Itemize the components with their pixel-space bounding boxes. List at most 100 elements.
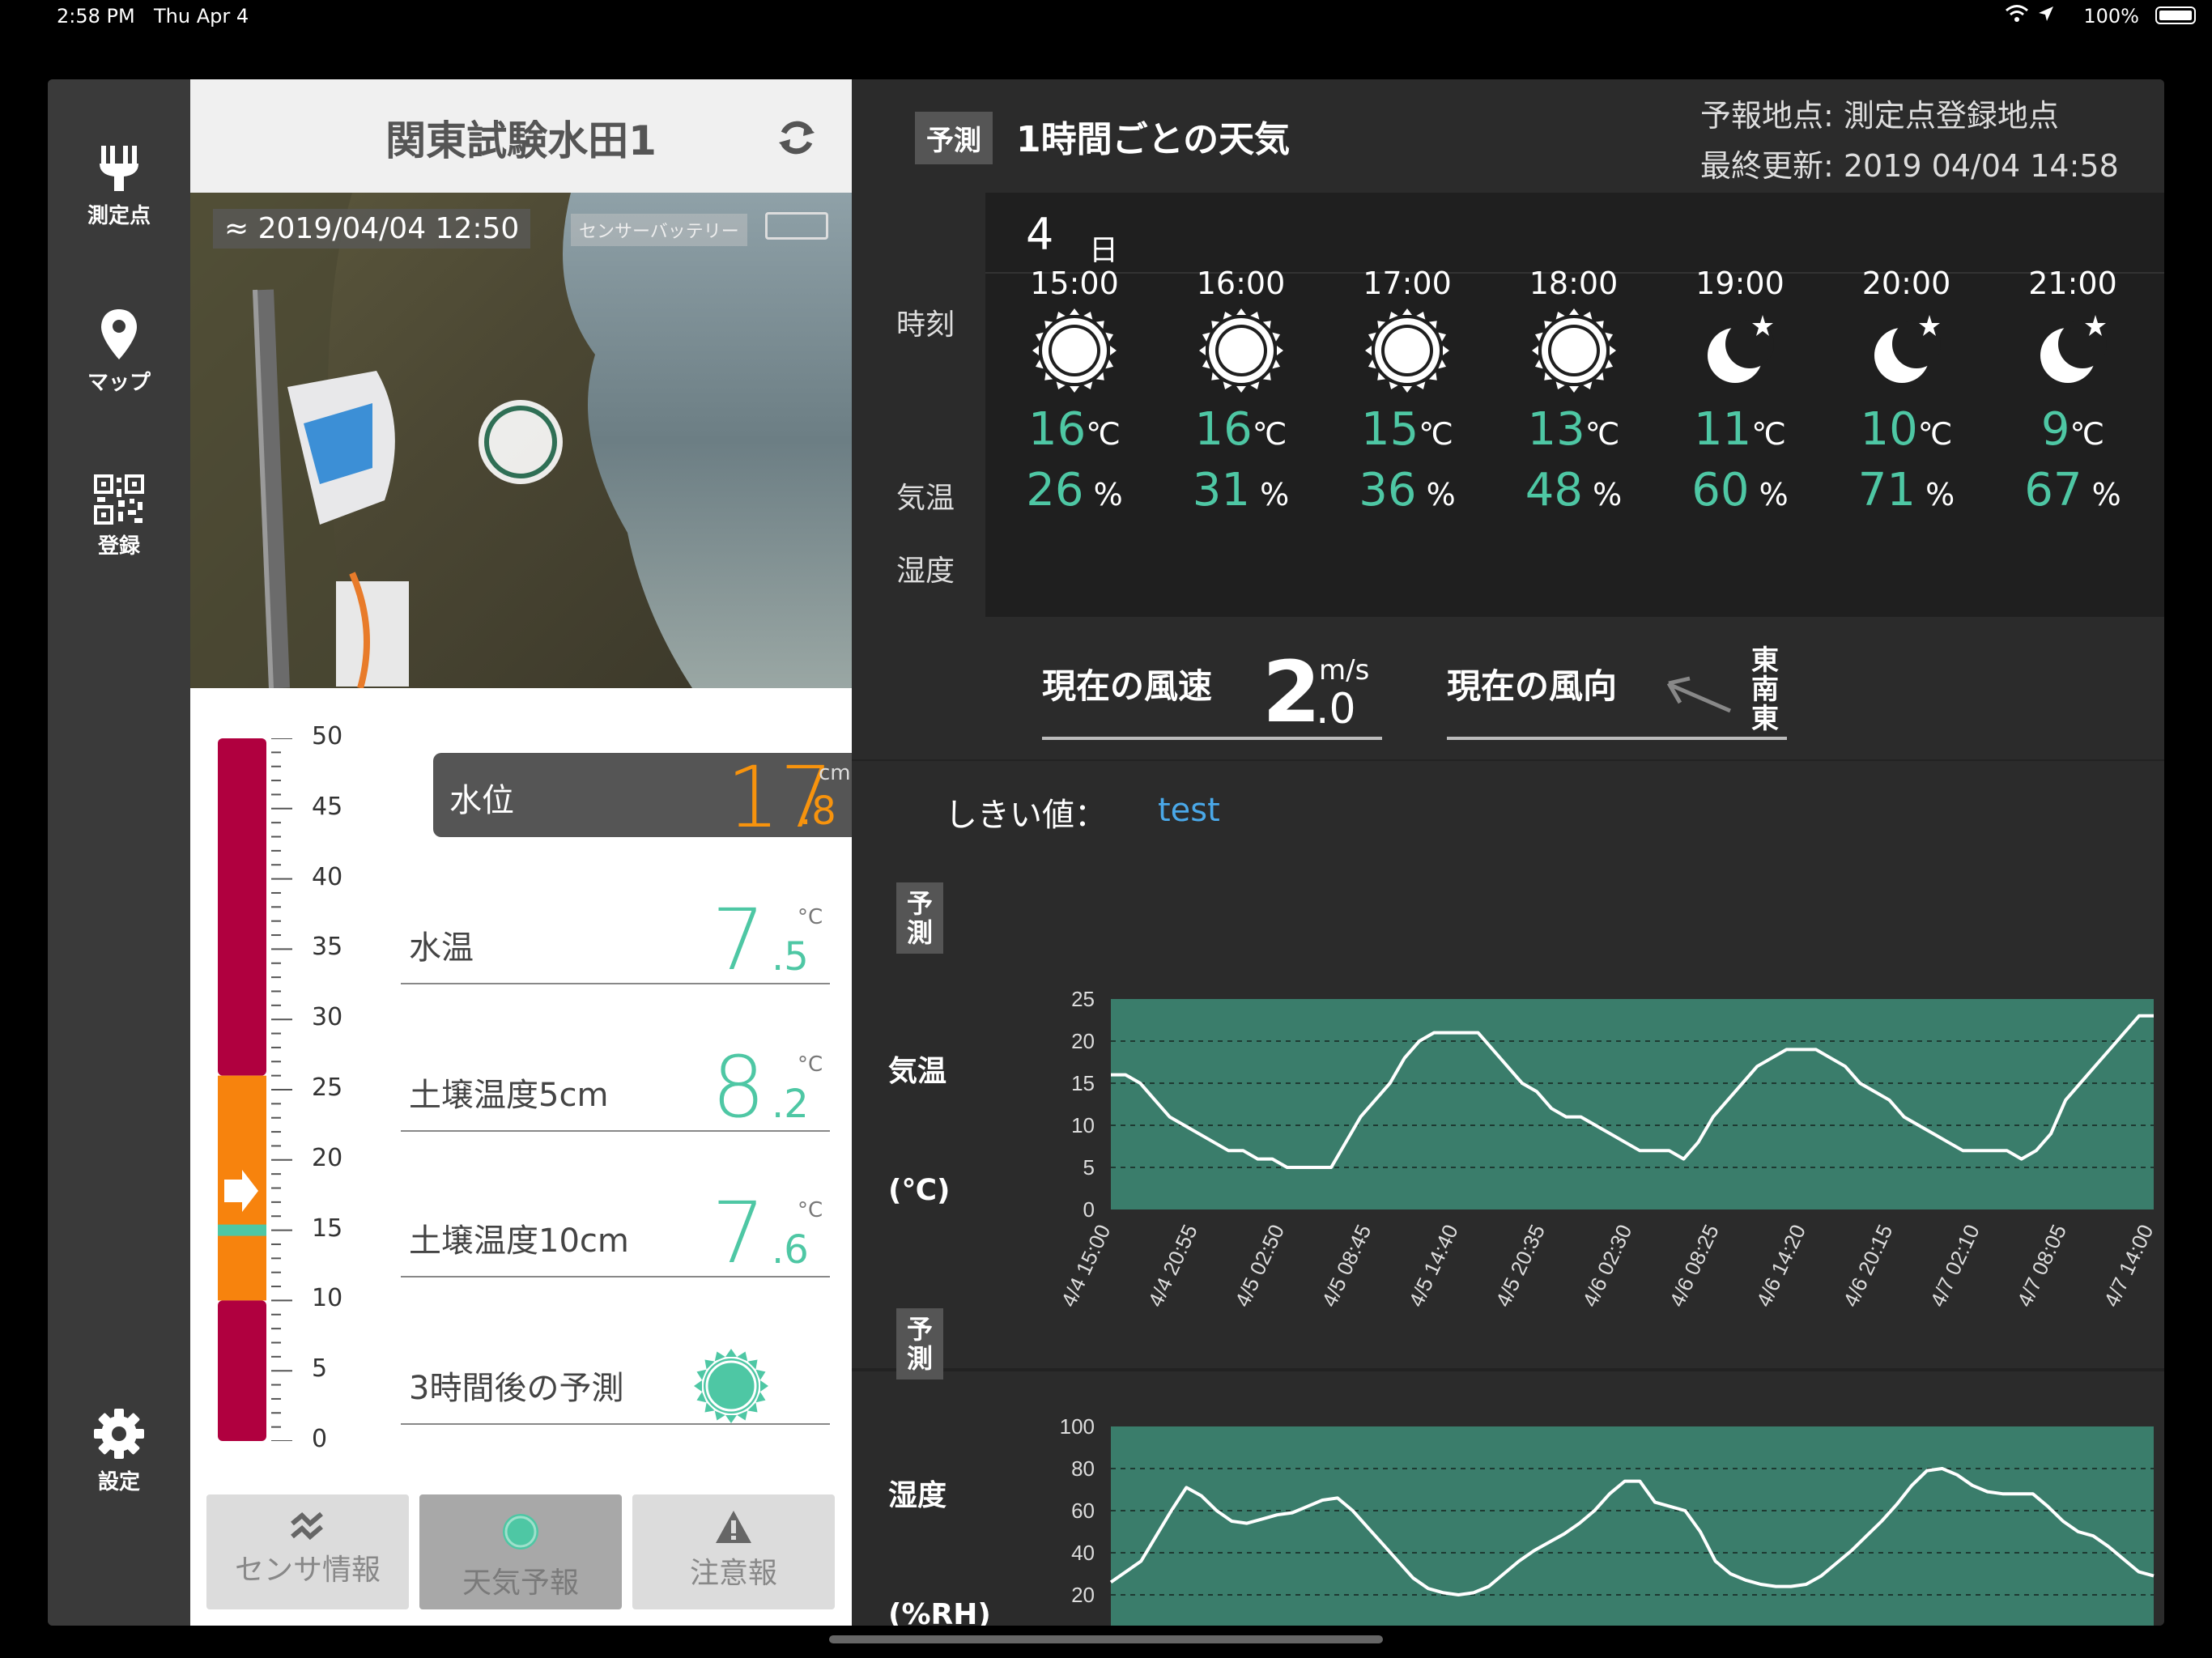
field-photo: ≈ 2019/04/04 12:50 センサーバッテリー [190,193,852,688]
row-label-temp: 気温 [896,482,955,515]
nav-item-register[interactable]: 登録 [48,474,190,559]
moon-star-icon [1671,306,1809,403]
hour-humidity-value: 67 [2024,464,2082,517]
location-arrow-icon [2037,5,2055,28]
sensor-battery-icon [765,212,828,240]
wind-arrow-icon [1665,675,1733,719]
row-label-humidity: 湿度 [896,555,955,588]
site-title: 関東試験水田1 [385,117,657,164]
hour-humidity: 36 % [1338,464,1476,517]
refresh-button[interactable] [774,115,819,164]
hour-temp-unit: ℃ [1419,416,1453,452]
soil-10cm-row[interactable]: 土壌温度10cm 7 .6 °C [393,1184,838,1282]
water-level-gauge [218,738,266,1441]
hour-humidity-value: 31 [1192,464,1251,517]
soil-5cm-row[interactable]: 土壌温度5cm 8 .2 °C [393,1038,838,1137]
threshold-value[interactable]: test [1158,792,1220,829]
water-temp-row[interactable]: 水温 7 .5 °C [393,891,838,989]
weather-panel: 予測 1時間ごとの天気 予報地点: 測定点登録地点 最終更新: 2019 04/… [852,79,2164,1626]
hour-column: 20:00 10℃ 71 % [1838,266,1976,622]
tab-sensor-info[interactable]: センサ情報 [206,1494,409,1609]
chart-forecast-tag: 予測 [896,1308,943,1380]
hour-humidity-unit: % [1925,477,1955,512]
soil-10cm-dec: .6 [772,1227,809,1273]
water-temp-label: 水温 [409,929,474,967]
battery-icon [2155,6,2196,24]
day-suffix: 日 [1089,234,1119,267]
sensor-battery-label: センサーバッテリー [571,214,747,246]
sun-icon [1338,306,1476,403]
hour-time: 19:00 [1695,266,1784,301]
moon-star-icon [1838,306,1976,403]
hour-humidity: 48 % [1505,464,1643,517]
map-pin-icon [48,308,190,361]
gauge-danger-zone [218,738,266,1076]
hour-temp-value: 9 [2040,403,2070,456]
hour-temp: 10℃ [1838,403,1976,456]
gauge-tick-label: 15 [312,1214,343,1243]
chart-x-tick: 4/7 02:10 [1925,1221,1984,1311]
forecast-3h-row[interactable]: 3時間後の予測 [393,1339,838,1428]
gauge-tick-label: 20 [312,1143,343,1172]
sun-icon [692,1347,770,1428]
hour-humidity-value: 60 [1691,464,1750,517]
chart-y-tick: 20 [1071,1583,1095,1607]
nav-item-settings[interactable]: 設定 [48,1407,190,1495]
photo-timestamp: ≈ 2019/04/04 12:50 [213,209,531,249]
tab-alerts-label: 注意報 [689,1557,777,1590]
row-divider [401,1276,830,1278]
nav-label-points: 測定点 [87,204,151,228]
status-time: 2:58 PM [57,5,135,28]
hour-column: 16:00 16℃ 31 % [1172,266,1310,622]
hour-column: 19:00 11℃ 60 % [1671,266,1809,622]
home-indicator[interactable] [829,1635,1383,1643]
hour-time: 15:00 [1030,266,1119,301]
hour-humidity: 71 % [1838,464,1976,517]
gear-icon [48,1407,190,1460]
chart-x-tick: 4/5 02:50 [1230,1221,1289,1311]
hour-temp: 11℃ [1671,403,1809,456]
gauge-tick-label: 35 [312,933,343,962]
chart-x-tick: 4/6 08:25 [1665,1221,1724,1311]
row-divider [401,1423,830,1425]
chart-plot-area [1111,1426,2154,1626]
chart-y-tick: 10 [1071,1113,1095,1137]
hour-humidity-unit: % [1593,477,1623,512]
weather-title: 1時間ごとの天気 [1016,119,1291,160]
nav-item-map[interactable]: マップ [48,308,190,396]
hour-column: 15:00 16℃ 26 % [1006,266,1143,622]
sun-icon [479,400,563,484]
chart-y-tick: 15 [1071,1071,1095,1095]
wind-direction-value: 東南東 [1751,644,1779,735]
hour-humidity-unit: % [2091,477,2121,512]
soil-10cm-unit: °C [798,1198,823,1222]
hour-humidity: 60 % [1671,464,1809,517]
hour-time: 21:00 [2028,266,2117,301]
chart-x-tick: 4/6 02:30 [1577,1221,1636,1311]
hour-humidity-unit: % [1260,477,1290,512]
hour-temp-unit: ℃ [1917,416,1953,452]
chart-y-tick: 80 [1071,1456,1095,1481]
hour-temp: 16℃ [1006,403,1143,456]
water-level-row[interactable]: 水位 17 .8 cm [433,748,852,847]
day-number: 4 [1026,209,1054,260]
site-header: 関東試験水田1 [190,79,852,193]
nav-item-points[interactable]: 測定点 [48,142,190,229]
hour-humidity-unit: % [1759,477,1789,512]
tab-weather[interactable]: 天気予報 [419,1494,622,1609]
hour-humidity: 26 % [1006,464,1143,517]
wind-speed-label: 現在の風速 [1042,666,1213,706]
water-level-unit: cm [819,761,851,785]
hour-column: 21:00 9℃ 67 % [2004,266,2142,622]
chart-y-tick: 5 [1083,1155,1095,1180]
soil-5cm-label: 土壌温度5cm [409,1077,609,1114]
field-marker-icon [48,142,190,194]
chart-x-tick: 4/5 14:40 [1404,1221,1463,1311]
gauge-low-zone [218,1300,266,1441]
chart-y-tick: 40 [1071,1541,1095,1565]
row-divider [401,983,830,984]
gauge-tick-label: 40 [312,862,343,891]
gauge-tick-label: 0 [312,1425,328,1453]
tab-alerts[interactable]: 注意報 [632,1494,835,1609]
chart-x-tick: 4/4 20:55 [1143,1221,1202,1311]
